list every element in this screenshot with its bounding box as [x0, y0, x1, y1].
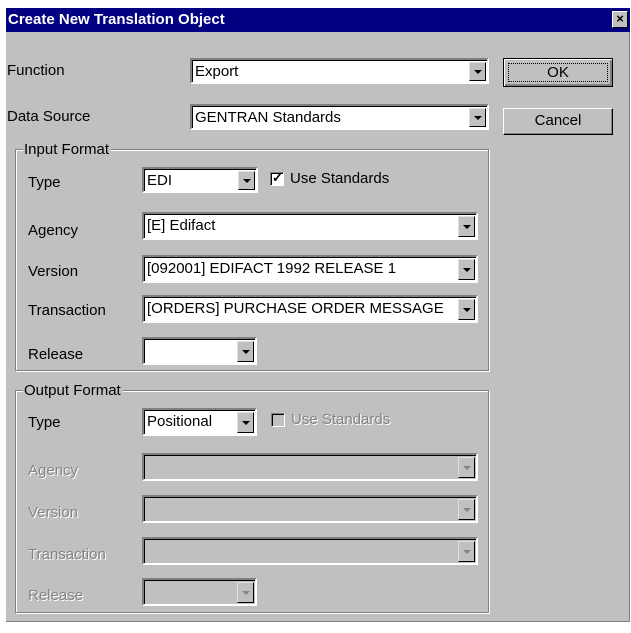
output-agency-label: Agency: [28, 462, 79, 479]
function-label: Function: [7, 62, 65, 79]
input-transaction-dropdown-arrow[interactable]: [458, 299, 475, 320]
output-type-dropdown[interactable]: Positional: [142, 408, 257, 436]
input-release-dropdown[interactable]: [142, 337, 257, 365]
input-transaction-dropdown[interactable]: [ORDERS] PURCHASE ORDER MESSAGE: [142, 295, 478, 323]
chevron-down-icon: [462, 307, 471, 312]
data-source-value: GENTRAN Standards: [195, 109, 341, 126]
output-type-label: Type: [28, 414, 61, 431]
output-format-legend: Output Format: [23, 382, 123, 399]
input-use-standards-label[interactable]: Use Standards: [290, 170, 389, 188]
input-use-standards-checkbox[interactable]: ✓: [270, 170, 284, 186]
cancel-button-label: Cancel: [534, 112, 582, 129]
cancel-button[interactable]: Cancel: [503, 108, 613, 135]
input-format-legend: Input Format: [23, 141, 112, 158]
data-source-dropdown-arrow[interactable]: [469, 108, 486, 127]
input-agency-value: [E] Edifact: [147, 217, 216, 234]
input-version-dropdown[interactable]: [092001] EDIFACT 1992 RELEASE 1: [142, 255, 478, 283]
chevron-down-icon: [473, 69, 482, 74]
output-type-value: Positional: [147, 413, 213, 430]
output-release-dropdown[interactable]: [142, 578, 257, 606]
chevron-down-icon: [241, 420, 250, 425]
chevron-down-icon: [462, 224, 471, 229]
input-transaction-label: Transaction: [28, 302, 106, 319]
output-transaction-label: Transaction: [28, 546, 106, 563]
output-version-label: Version: [28, 504, 79, 521]
focus-indicator: [508, 63, 608, 82]
checkmark-icon: ✓: [272, 170, 283, 185]
input-version-value: [092001] EDIFACT 1992 RELEASE 1: [147, 260, 397, 277]
chevron-down-icon: [241, 349, 250, 354]
output-agency-dropdown[interactable]: [142, 453, 478, 481]
output-version-dropdown[interactable]: [142, 495, 478, 523]
input-agency-label: Agency: [28, 222, 79, 239]
close-icon: ×: [616, 11, 624, 26]
input-version-label: Version: [28, 263, 79, 280]
output-transaction-dropdown-arrow[interactable]: [458, 541, 475, 562]
close-button[interactable]: ×: [612, 11, 628, 28]
chevron-down-icon: [462, 549, 471, 554]
input-version-dropdown-arrow[interactable]: [458, 259, 475, 280]
data-source-label: Data Source: [7, 108, 91, 125]
output-release-label: Release: [28, 587, 84, 604]
function-value: Export: [195, 63, 239, 80]
title-bar: Create New Translation Object ×: [6, 8, 630, 32]
data-source-dropdown[interactable]: GENTRAN Standards: [190, 104, 489, 130]
output-agency-dropdown-arrow[interactable]: [458, 457, 475, 478]
chevron-down-icon: [462, 267, 471, 272]
output-version-dropdown-arrow[interactable]: [458, 499, 475, 520]
function-dropdown-arrow[interactable]: [469, 62, 486, 81]
input-agency-dropdown-arrow[interactable]: [458, 216, 475, 237]
window-background: Create New Translation Object × Function…: [0, 0, 631, 633]
ok-button[interactable]: OK: [503, 58, 613, 87]
function-dropdown[interactable]: Export: [190, 58, 489, 84]
output-format-group: Output Format Type Positional Use Standa…: [15, 382, 489, 613]
chevron-down-icon: [241, 590, 250, 595]
input-type-dropdown[interactable]: EDI: [142, 167, 258, 193]
input-type-value: EDI: [147, 172, 173, 189]
output-type-dropdown-arrow[interactable]: [237, 412, 254, 433]
input-type-label: Type: [28, 174, 61, 191]
output-use-standards-label[interactable]: Use Standards: [291, 411, 390, 429]
output-use-standards-checkbox[interactable]: [271, 413, 285, 427]
input-release-label: Release: [28, 346, 84, 363]
output-transaction-dropdown[interactable]: [142, 537, 478, 565]
output-release-dropdown-arrow[interactable]: [237, 582, 254, 603]
input-release-dropdown-arrow[interactable]: [237, 341, 254, 362]
chevron-down-icon: [473, 115, 482, 120]
input-agency-dropdown[interactable]: [E] Edifact: [142, 212, 478, 240]
chevron-down-icon: [462, 465, 471, 470]
chevron-down-icon: [462, 507, 471, 512]
dialog-title: Create New Translation Object: [8, 11, 225, 28]
input-type-dropdown-arrow[interactable]: [238, 171, 255, 190]
input-transaction-value: [ORDERS] PURCHASE ORDER MESSAGE: [147, 300, 444, 317]
input-format-group: Input Format Type EDI ✓ Use Standards Ag…: [15, 141, 489, 371]
create-translation-object-dialog: Create New Translation Object × Function…: [6, 8, 630, 622]
chevron-down-icon: [242, 178, 251, 183]
